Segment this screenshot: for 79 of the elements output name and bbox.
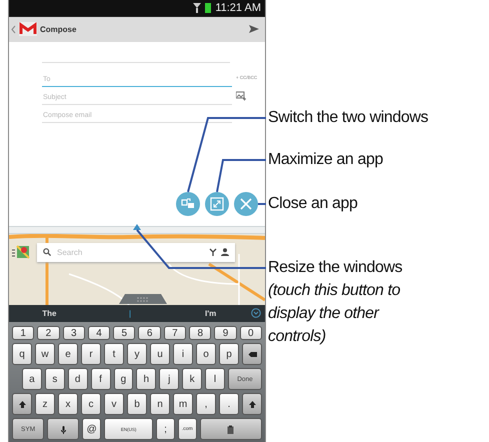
keyboard-key[interactable]: 0 xyxy=(240,326,262,340)
resize-handle-icon[interactable] xyxy=(133,224,141,230)
callout-label: Switch the two windows xyxy=(268,108,428,128)
clipboard-icon xyxy=(226,424,236,434)
switch-window-button[interactable] xyxy=(176,192,200,216)
keyboard-key[interactable]: h xyxy=(136,368,156,390)
keyboard-key[interactable]: 4 xyxy=(88,326,110,340)
keyboard-key[interactable]: u xyxy=(150,343,170,365)
keyboard-key[interactable]: 8 xyxy=(189,326,212,340)
keyboard-key[interactable]: n xyxy=(150,393,170,415)
collapse-icon[interactable] xyxy=(251,308,262,318)
keyboard-key[interactable]: 5 xyxy=(113,326,136,340)
callout-label: Resize the windows xyxy=(268,258,404,278)
keyboard-key[interactable]: i xyxy=(173,343,193,365)
callout-label: Maximize an app xyxy=(268,150,384,170)
keyboard-key[interactable]: s xyxy=(44,368,65,390)
maximize-icon xyxy=(210,196,224,211)
person-icon[interactable] xyxy=(221,248,229,256)
keyboard-key[interactable]: l xyxy=(205,368,225,390)
keyboard-key[interactable]: g xyxy=(114,368,134,390)
keyboard-key[interactable]: . xyxy=(219,393,239,415)
shift-icon xyxy=(18,400,26,408)
keyboard-key[interactable]: @ xyxy=(82,418,102,440)
backspace-icon xyxy=(248,350,256,358)
keyboard-key[interactable]: w xyxy=(35,343,55,365)
back-icon[interactable] xyxy=(11,24,16,34)
callout-label: Close an app xyxy=(268,194,358,214)
keyboard-key[interactable]: 1 xyxy=(12,326,34,340)
keyboard-key[interactable]: 7 xyxy=(164,326,186,340)
leader-line xyxy=(258,203,266,205)
backspace-key[interactable] xyxy=(242,343,262,365)
close-icon xyxy=(239,196,253,211)
microphone-icon xyxy=(58,424,68,434)
keyboard-key[interactable]: t xyxy=(104,343,124,365)
directions-icon[interactable] xyxy=(209,248,217,256)
signal-icon xyxy=(193,3,202,14)
word-suggestion[interactable]: The xyxy=(9,308,90,318)
shift-key[interactable] xyxy=(12,393,32,415)
mail-logo-icon xyxy=(19,22,37,36)
keyboard-key[interactable]: 6 xyxy=(138,326,161,340)
attach-image-icon[interactable] xyxy=(236,90,246,101)
keyboard-key[interactable]: f xyxy=(90,368,110,390)
keyboard-key[interactable]: o xyxy=(196,343,216,365)
keyboard-key[interactable]: ; xyxy=(156,418,175,440)
keyboard-handle[interactable] xyxy=(119,294,167,304)
search-icon[interactable] xyxy=(43,248,51,256)
keyboard-key[interactable]: a xyxy=(22,368,42,390)
keyboard-key[interactable]: x xyxy=(58,393,78,415)
keyboard-key[interactable]: r xyxy=(81,343,101,365)
keyboard-key[interactable]: e xyxy=(58,343,78,365)
text-cursor[interactable]: | xyxy=(90,308,170,318)
keyboard-key[interactable]: 9 xyxy=(214,326,237,340)
shift-icon xyxy=(248,400,256,408)
keyboard-key[interactable]: q xyxy=(12,343,32,365)
word-suggestion[interactable]: I'm xyxy=(170,308,252,318)
keyboard-key[interactable]: v xyxy=(104,393,124,415)
keyboard-key[interactable]: c xyxy=(81,393,101,415)
keyboard-key[interactable]: , xyxy=(196,393,216,415)
shift-key[interactable] xyxy=(242,393,262,415)
screen-title: Compose xyxy=(40,24,78,34)
battery-icon xyxy=(205,3,212,14)
window-switch-icon xyxy=(181,196,195,211)
keyboard-key[interactable]: 3 xyxy=(62,326,85,340)
keyboard-key[interactable]: p xyxy=(219,343,239,365)
mic-key[interactable] xyxy=(47,418,80,440)
keyboard-key[interactable]: 2 xyxy=(37,326,60,340)
keyboard-key[interactable]: y xyxy=(127,343,147,365)
send-icon[interactable] xyxy=(249,24,259,34)
keyboard-key[interactable]: k xyxy=(182,368,202,390)
keyboard-key[interactable]: d xyxy=(68,368,88,390)
callout-note: (touch this button to display the other controls) xyxy=(268,281,402,347)
keyboard-key[interactable]: m xyxy=(173,393,193,415)
search-bar[interactable]: Search xyxy=(37,242,235,262)
keyboard-key[interactable]: z xyxy=(35,393,55,415)
clock-time: 11:21 AM xyxy=(215,2,261,14)
clipboard-key[interactable] xyxy=(200,418,262,440)
keyboard-key[interactable]: j xyxy=(159,368,180,390)
keyboard-key[interactable]: b xyxy=(127,393,147,415)
maps-logo-icon xyxy=(12,244,30,260)
